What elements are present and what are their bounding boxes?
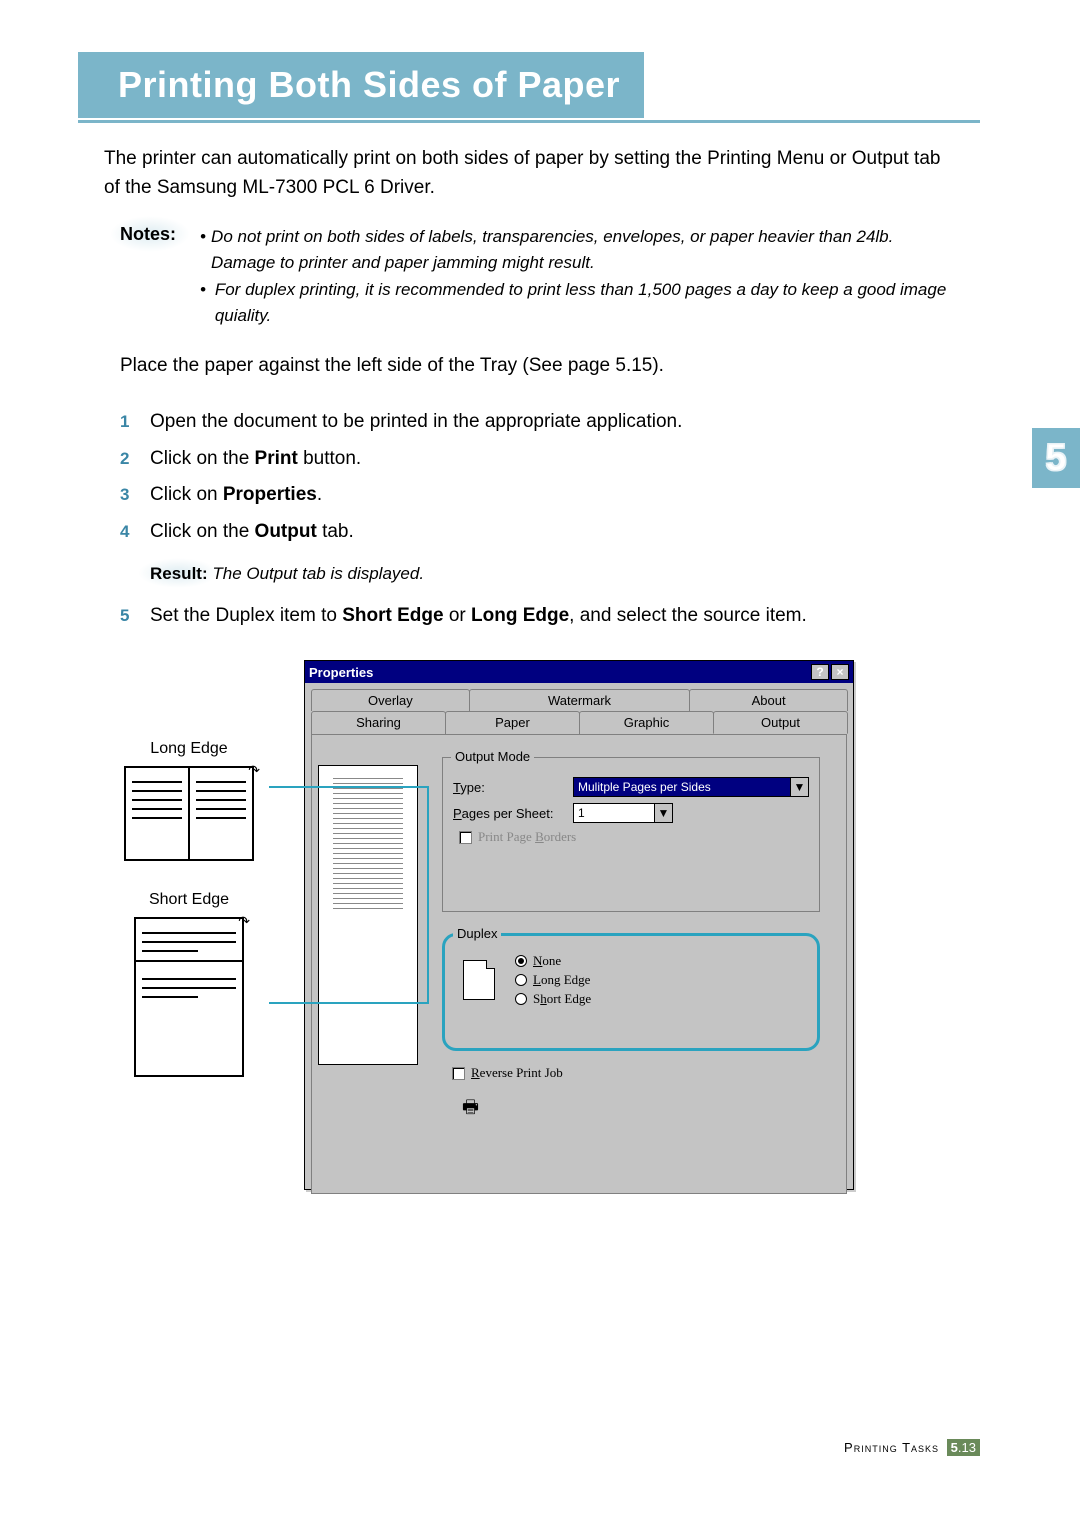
chapter-tab: 5 [1032,428,1080,488]
page-title: Printing Both Sides of Paper [118,64,620,105]
callout-line [427,922,429,1004]
tabs-area: Overlay Watermark About Sharing Paper Gr… [305,683,853,1194]
chapter-number: 5 [1045,437,1066,480]
duplex-short-edge-radio[interactable]: Short Edge [515,991,807,1007]
short-edge-callout: Short Edge ↷ [104,891,274,1077]
duplex-legend: Duplex [453,926,501,941]
long-edge-label: Long Edge [104,740,274,758]
step-number: 3 [120,481,150,510]
type-label: Type: [453,780,573,795]
page-preview [318,765,418,1065]
tab-graphic[interactable]: Graphic [579,711,714,734]
callout-line [427,786,429,922]
pages-per-sheet-label: Pages per Sheet: [453,806,573,821]
result-label: Result: [150,564,208,583]
step-3: 3 Click on Properties. [120,481,950,510]
properties-dialog: Properties ? × Overlay Watermark About S… [304,660,854,1190]
step-5: 5 Set the Duplex item to Short Edge or L… [120,602,950,631]
print-page-borders-label: Print Page Borders [478,829,576,845]
tab-paper[interactable]: Paper [445,711,580,734]
step-number: 2 [120,445,150,474]
step-1: 1 Open the document to be printed in the… [120,408,950,437]
step-2: 2 Click on the Print button. [120,445,950,474]
help-button[interactable]: ? [811,664,829,680]
step-text: Set the Duplex item to Short Edge or Lon… [150,602,950,631]
long-edge-callout: Long Edge ↷ [104,740,274,861]
output-mode-group: Output Mode Type: Mulitple Pages per Sid… [442,757,820,912]
step-text: Click on the Print button. [150,445,950,474]
printer-icon: 🖶 [462,1095,479,1125]
duplex-group: Duplex None Long Edge Short Edge [442,933,820,1051]
edge-callouts: Long Edge ↷ Short Edge ↷ [104,740,274,1107]
tab-watermark[interactable]: Watermark [469,689,690,711]
duplex-page-icon [463,960,495,1000]
title-rule [78,120,980,123]
dialog-titlebar: Properties ? × [305,661,853,683]
step-number: 5 [120,602,150,631]
reverse-print-checkbox[interactable]: Reverse Print Job [452,1065,563,1081]
duplex-long-edge-radio[interactable]: Long Edge [515,972,807,988]
notes-list: •Do not print on both sides of labels, t… [200,224,950,328]
note-item: Do not print on both sides of labels, tr… [211,224,950,275]
print-page-borders-checkbox[interactable]: Print Page Borders [459,829,809,845]
step-text: Open the document to be printed in the a… [150,408,950,437]
pages-per-sheet-dropdown[interactable]: 1 ▼ [573,803,673,823]
callout-line [269,786,429,788]
long-edge-diagram: ↷ [124,766,254,861]
tab-overlay[interactable]: Overlay [311,689,470,711]
dialog-illustration: Long Edge ↷ Short Edge ↷ Properties [104,660,854,1190]
footer-section: Printing Tasks [844,1440,939,1455]
chevron-down-icon: ▼ [654,804,672,822]
chevron-down-icon: ▼ [790,778,808,796]
type-dropdown[interactable]: Mulitple Pages per Sides ▼ [573,777,809,797]
page-header: Printing Both Sides of Paper [78,52,980,118]
page-footer: Printing Tasks 5.13 [844,1439,980,1456]
tab-about[interactable]: About [689,689,848,711]
flip-arrow-icon: ↷ [248,762,260,779]
close-button[interactable]: × [831,664,849,680]
intro-paragraph: The printer can automatically print on b… [104,145,950,202]
place-paper-text: Place the paper against the left side of… [120,355,950,377]
result-text: The Output tab is displayed. [212,564,424,583]
note-item: For duplex printing, it is recommended t… [215,277,950,328]
tab-output[interactable]: Output [713,711,848,734]
tab-sharing[interactable]: Sharing [311,711,446,734]
reverse-print-label: Reverse Print Job [471,1065,563,1081]
tab-panel-output: Output Mode Type: Mulitple Pages per Sid… [311,734,847,1194]
duplex-none-radio[interactable]: None [515,953,807,969]
step-4: 4 Click on the Output tab. [120,518,950,547]
short-edge-label: Short Edge [104,891,274,909]
notes-label: Notes: [120,224,195,245]
output-mode-legend: Output Mode [451,749,534,764]
step-number: 1 [120,408,150,437]
footer-page-number: 5.13 [947,1439,980,1456]
title-bar: Printing Both Sides of Paper [78,52,644,118]
flip-arrow-icon: ↷ [238,913,250,930]
step-number: 4 [120,518,150,547]
step-text: Click on the Output tab. [150,518,950,547]
result-block: Result: The Output tab is displayed. [120,564,950,584]
step-text: Click on Properties. [150,481,950,510]
dialog-title: Properties [309,665,373,680]
notes-block: Notes: •Do not print on both sides of la… [120,224,950,330]
short-edge-diagram: ↷ [134,917,244,1077]
callout-line [269,1002,429,1004]
steps-list: 1 Open the document to be printed in the… [120,400,950,639]
